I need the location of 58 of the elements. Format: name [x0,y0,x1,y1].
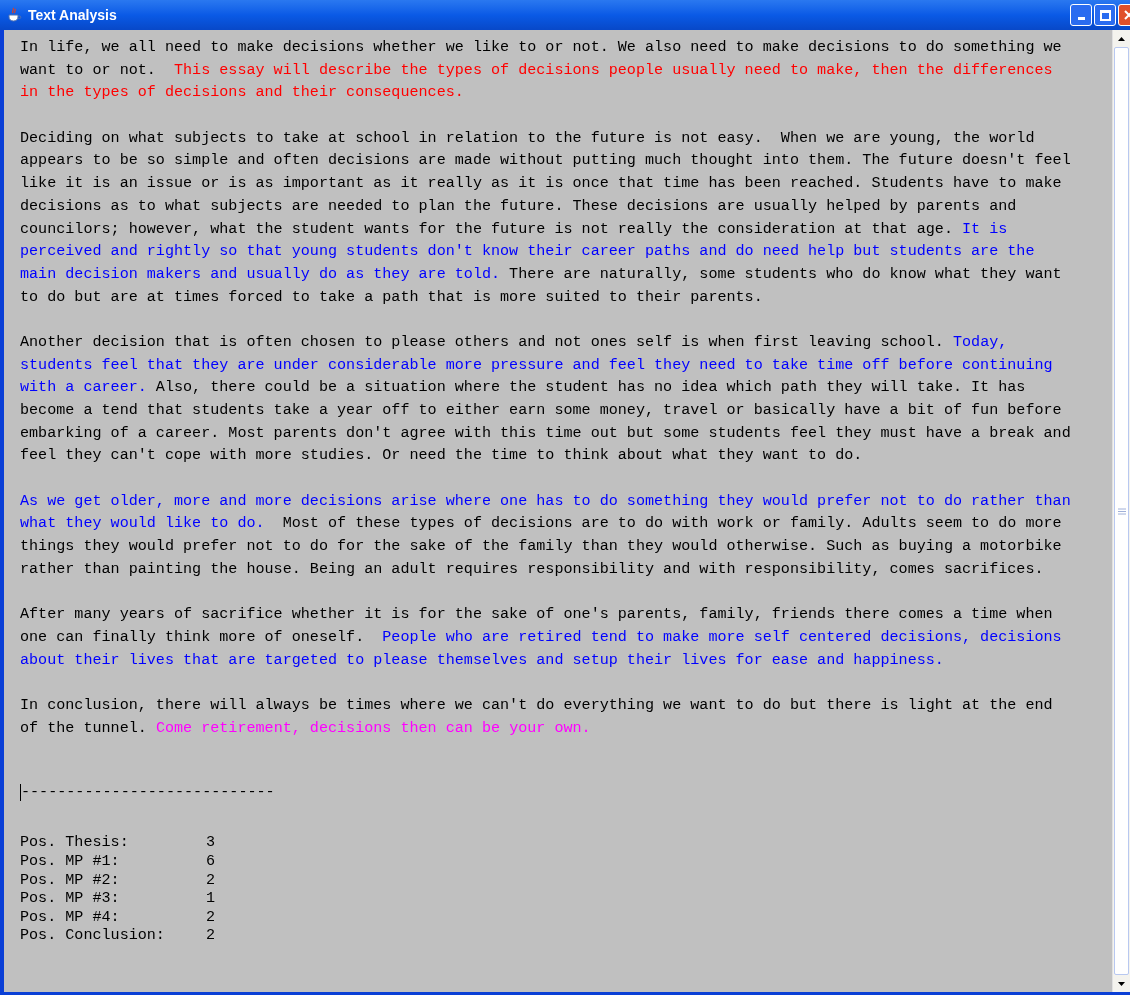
essay-text: become a tend that students take a year off to either earn some money, travel or basically have a bit of fun before [20,401,1062,419]
result-value: 2 [206,907,216,927]
essay-text: There are naturally, some students who do know what they want [508,264,1062,283]
essay-text: perceived and rightly so that young students don't know their career paths and do need help but students are the [20,242,1035,261]
result-value: 6 [206,851,216,871]
essay-text: appears to be so simple and often decisions are made without putting much thought into them. The future doesn't feel [20,151,1071,170]
result-value: 2 [206,926,216,945]
essay-text: main decision makers and usually do as they are told. [20,264,501,283]
essay-text: Most of these types of decisions are to do with work or family. Adults seem to do more [281,514,1062,533]
essay-text: embarking of a career. Most parents don't agree with this time out but some students feel they must have a break and [20,423,1071,442]
down-arrow-icon [1118,981,1125,986]
essay-text: in the types of decisions and their consequences. [20,83,464,102]
essay-text: what they would like to do. [20,514,265,533]
essay-text: As we get older, more and more decisions arise where one has to do something they would prefer not to do rather than [20,491,1071,510]
essay-text: with a career. [20,378,147,397]
text-caret [20,783,21,801]
up-arrow-icon [1118,36,1125,41]
result-label: Pos. MP #3: [20,889,121,908]
essay-text: In conclusion, there will always be times where we can't do everything we want to do but there is light at the end [20,695,1053,714]
window-title: Text Analysis [28,5,117,25]
essay-text: It is [962,219,1008,238]
vertical-scrollbar[interactable] [1112,30,1130,992]
essay-text: In life, we all need to make decisions whether we like to or not. We also need to make decisions to do something we [20,38,1062,56]
essay-text: Come retirement, decisions then can be your own. [155,718,591,737]
separator-text: ---------------------------- [21,782,275,804]
essay-text: students feel that they are under considerable more pressure and feel they need to take time off before continuing [20,355,1053,374]
essay-text: things they would prefer not to do for the sake of the family than they would otherwise. Such as buying a motorbike [20,537,1062,556]
result-value: 2 [206,870,216,890]
result-value: 3 [206,833,216,852]
essay-text: want to or not. [20,60,157,79]
result-label: Pos. Thesis: [20,833,130,852]
result-label: Pos. MP #2: [20,870,121,890]
result-label: Pos. Conclusion: [20,926,166,945]
maximize-button[interactable] [1094,4,1116,26]
essay-text: of the tunnel. [20,718,148,737]
coffee-cup-icon [6,7,22,23]
essay-text: decisions as to what subjects are needed to plan the future. These decisions are usually helped by parents and [20,196,1017,215]
essay-text: This essay will describe the types of decisions people usually need to make, then the differences [174,60,1053,79]
result-label: Pos. MP #1: [20,851,121,871]
scroll-thumb[interactable] [1114,47,1129,975]
grip-icon [1117,507,1126,515]
essay-text: Also, there could be a situation where the student has no idea which path they will take. It has [154,378,1026,397]
minimize-button[interactable] [1070,4,1092,26]
essay-text: one can finally think more of oneself. [20,627,366,646]
essay-text: rather than painting the house. Being an adult requires responsibility and with responsibility, comes sacrifices. [20,559,1044,578]
essay-text: People who are retired tend to make more self centered decisions, decisions [382,627,1062,646]
result-value: 1 [206,889,216,908]
essay-text: After many years of sacrifice whether it is for the sake of one's parents, family, friends there comes a time when [20,605,1053,624]
essay-text: like it is an issue or is as important as it really as it is once that time has been reached. Students have to make [20,174,1062,193]
essay-text: Today, [952,332,1008,351]
text-area[interactable] [4,30,1112,992]
result-label: Pos. MP #4: [20,907,121,927]
essay-text: feel they can't cope with more studies. Or need the time to think about what they want to do. [20,446,863,465]
essay-text: to do but are at times forced to take a path that is more suited to their parents. [20,287,763,306]
essay-text: councilors; however, what the student wants for the future is not really the consideration at that age. [20,219,954,238]
essay-text: about their lives that are targeted to please themselves and setup their lives for ease and happiness. [20,650,944,669]
essay-text: Another decision that is often chosen to please others and not ones self is when first leaving school. [20,332,945,351]
essay-text: Deciding on what subjects to take at school in relation to the future is not easy. When we are young, the world [20,128,1035,147]
